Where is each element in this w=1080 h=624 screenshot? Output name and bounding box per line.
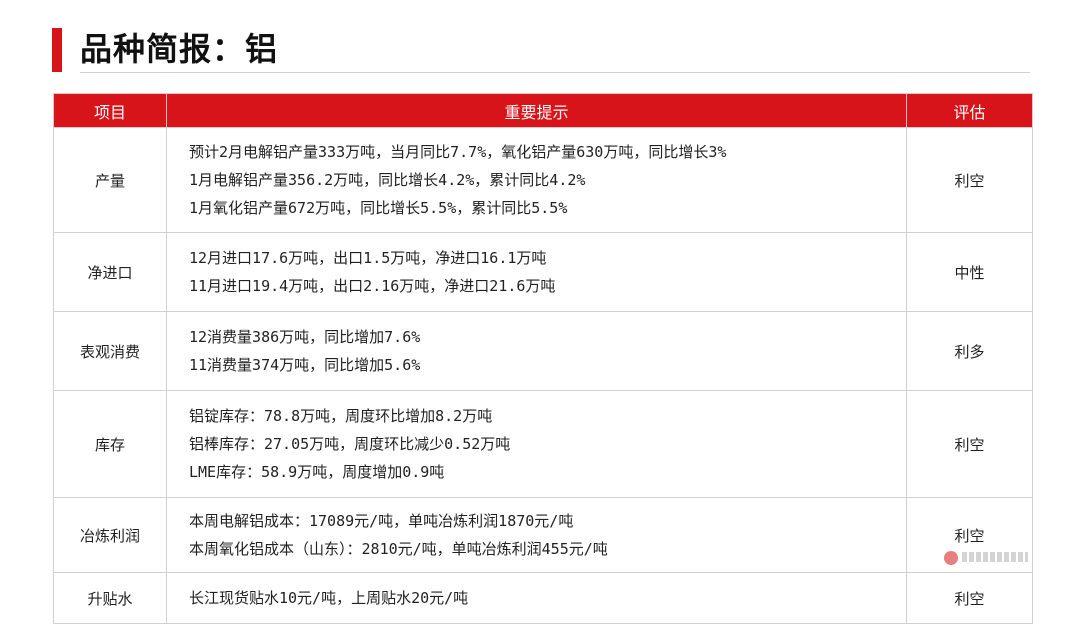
company-logo-icon	[944, 551, 958, 565]
hint-line: 11月进口19.4万吨，出口2.16万吨，净进口21.6万吨	[189, 277, 556, 295]
hint-line: 铝锭库存：78.8万吨，周度环比增加8.2万吨	[189, 407, 493, 425]
table-row-smelting-profit: 冶炼利润 本周电解铝成本：17089元/吨，单吨冶炼利润1870元/吨 本周氧化…	[53, 497, 1033, 573]
item-cell: 库存	[53, 390, 167, 498]
hints-cell: 铝锭库存：78.8万吨，周度环比增加8.2万吨 铝棒库存：27.05万吨，周度环…	[166, 390, 907, 498]
item-cell: 表观消费	[53, 311, 167, 391]
hint-line: 预计2月电解铝产量333万吨，当月同比7.7%，氧化铝产量630万吨，同比增长3…	[189, 143, 727, 161]
assessment-cell: 利空	[906, 572, 1033, 624]
assessment-cell: 中性	[906, 232, 1033, 312]
page-title: 品种简报：铝	[80, 30, 279, 68]
hints-cell: 预计2月电解铝产量333万吨，当月同比7.7%，氧化铝产量630万吨，同比增长3…	[166, 127, 907, 233]
item-cell: 升贴水	[53, 572, 167, 624]
hints-cell: 本周电解铝成本：17089元/吨，单吨冶炼利润1870元/吨 本周氧化铝成本（山…	[166, 497, 907, 573]
table-row-inventory: 库存 铝锭库存：78.8万吨，周度环比增加8.2万吨 铝棒库存：27.05万吨，…	[53, 390, 1033, 498]
header-assessment: 评估	[906, 93, 1033, 128]
hints-cell: 长江现货贴水10元/吨，上周贴水20元/吨	[166, 572, 907, 624]
hint-line: 本周氧化铝成本（山东）：2810元/吨，单吨冶炼利润455元/吨	[189, 540, 608, 558]
table-row-premium-discount: 升贴水 长江现货贴水10元/吨，上周贴水20元/吨 利空	[53, 572, 1033, 624]
header-item: 项目	[53, 93, 167, 128]
table-row-consumption: 表观消费 12消费量386万吨，同比增加7.6% 11消费量374万吨，同比增加…	[53, 311, 1033, 391]
hint-line: 12月进口17.6万吨，出口1.5万吨，净进口16.1万吨	[189, 249, 547, 267]
hint-line: 本周电解铝成本：17089元/吨，单吨冶炼利润1870元/吨	[189, 512, 574, 530]
hint-line: 1月电解铝产量356.2万吨，同比增长4.2%，累计同比4.2%	[189, 171, 586, 189]
hint-line: 11消费量374万吨，同比增加5.6%	[189, 356, 421, 374]
hint-line: 铝棒库存：27.05万吨，周度环比减少0.52万吨	[189, 435, 511, 453]
hint-line: 12消费量386万吨，同比增加7.6%	[189, 328, 421, 346]
item-cell: 产量	[53, 127, 167, 233]
assessment-cell: 利空	[906, 390, 1033, 498]
hints-cell: 12消费量386万吨，同比增加7.6% 11消费量374万吨，同比增加5.6%	[166, 311, 907, 391]
table-row-net-import: 净进口 12月进口17.6万吨，出口1.5万吨，净进口16.1万吨 11月进口1…	[53, 232, 1033, 312]
item-cell: 冶炼利润	[53, 497, 167, 573]
assessment-cell: 利空	[906, 127, 1033, 233]
header-hints: 重要提示	[166, 93, 907, 128]
briefing-table: 项目 重要提示 评估 产量 预计2月电解铝产量333万吨，当月同比7.7%，氧化…	[53, 93, 1033, 624]
hint-line: LME库存：58.9万吨，周度增加0.9吨	[189, 463, 445, 481]
table-row-production: 产量 预计2月电解铝产量333万吨，当月同比7.7%，氧化铝产量630万吨，同比…	[53, 127, 1033, 233]
title-accent-bar	[52, 28, 62, 72]
item-cell: 净进口	[53, 232, 167, 312]
company-logo-wordmark	[962, 552, 1028, 562]
title-divider	[80, 72, 1030, 73]
assessment-cell: 利多	[906, 311, 1033, 391]
hint-line: 1月氧化铝产量672万吨，同比增长5.5%，累计同比5.5%	[189, 199, 568, 217]
table-header-row: 项目 重要提示 评估	[53, 93, 1033, 128]
hints-cell: 12月进口17.6万吨，出口1.5万吨，净进口16.1万吨 11月进口19.4万…	[166, 232, 907, 312]
